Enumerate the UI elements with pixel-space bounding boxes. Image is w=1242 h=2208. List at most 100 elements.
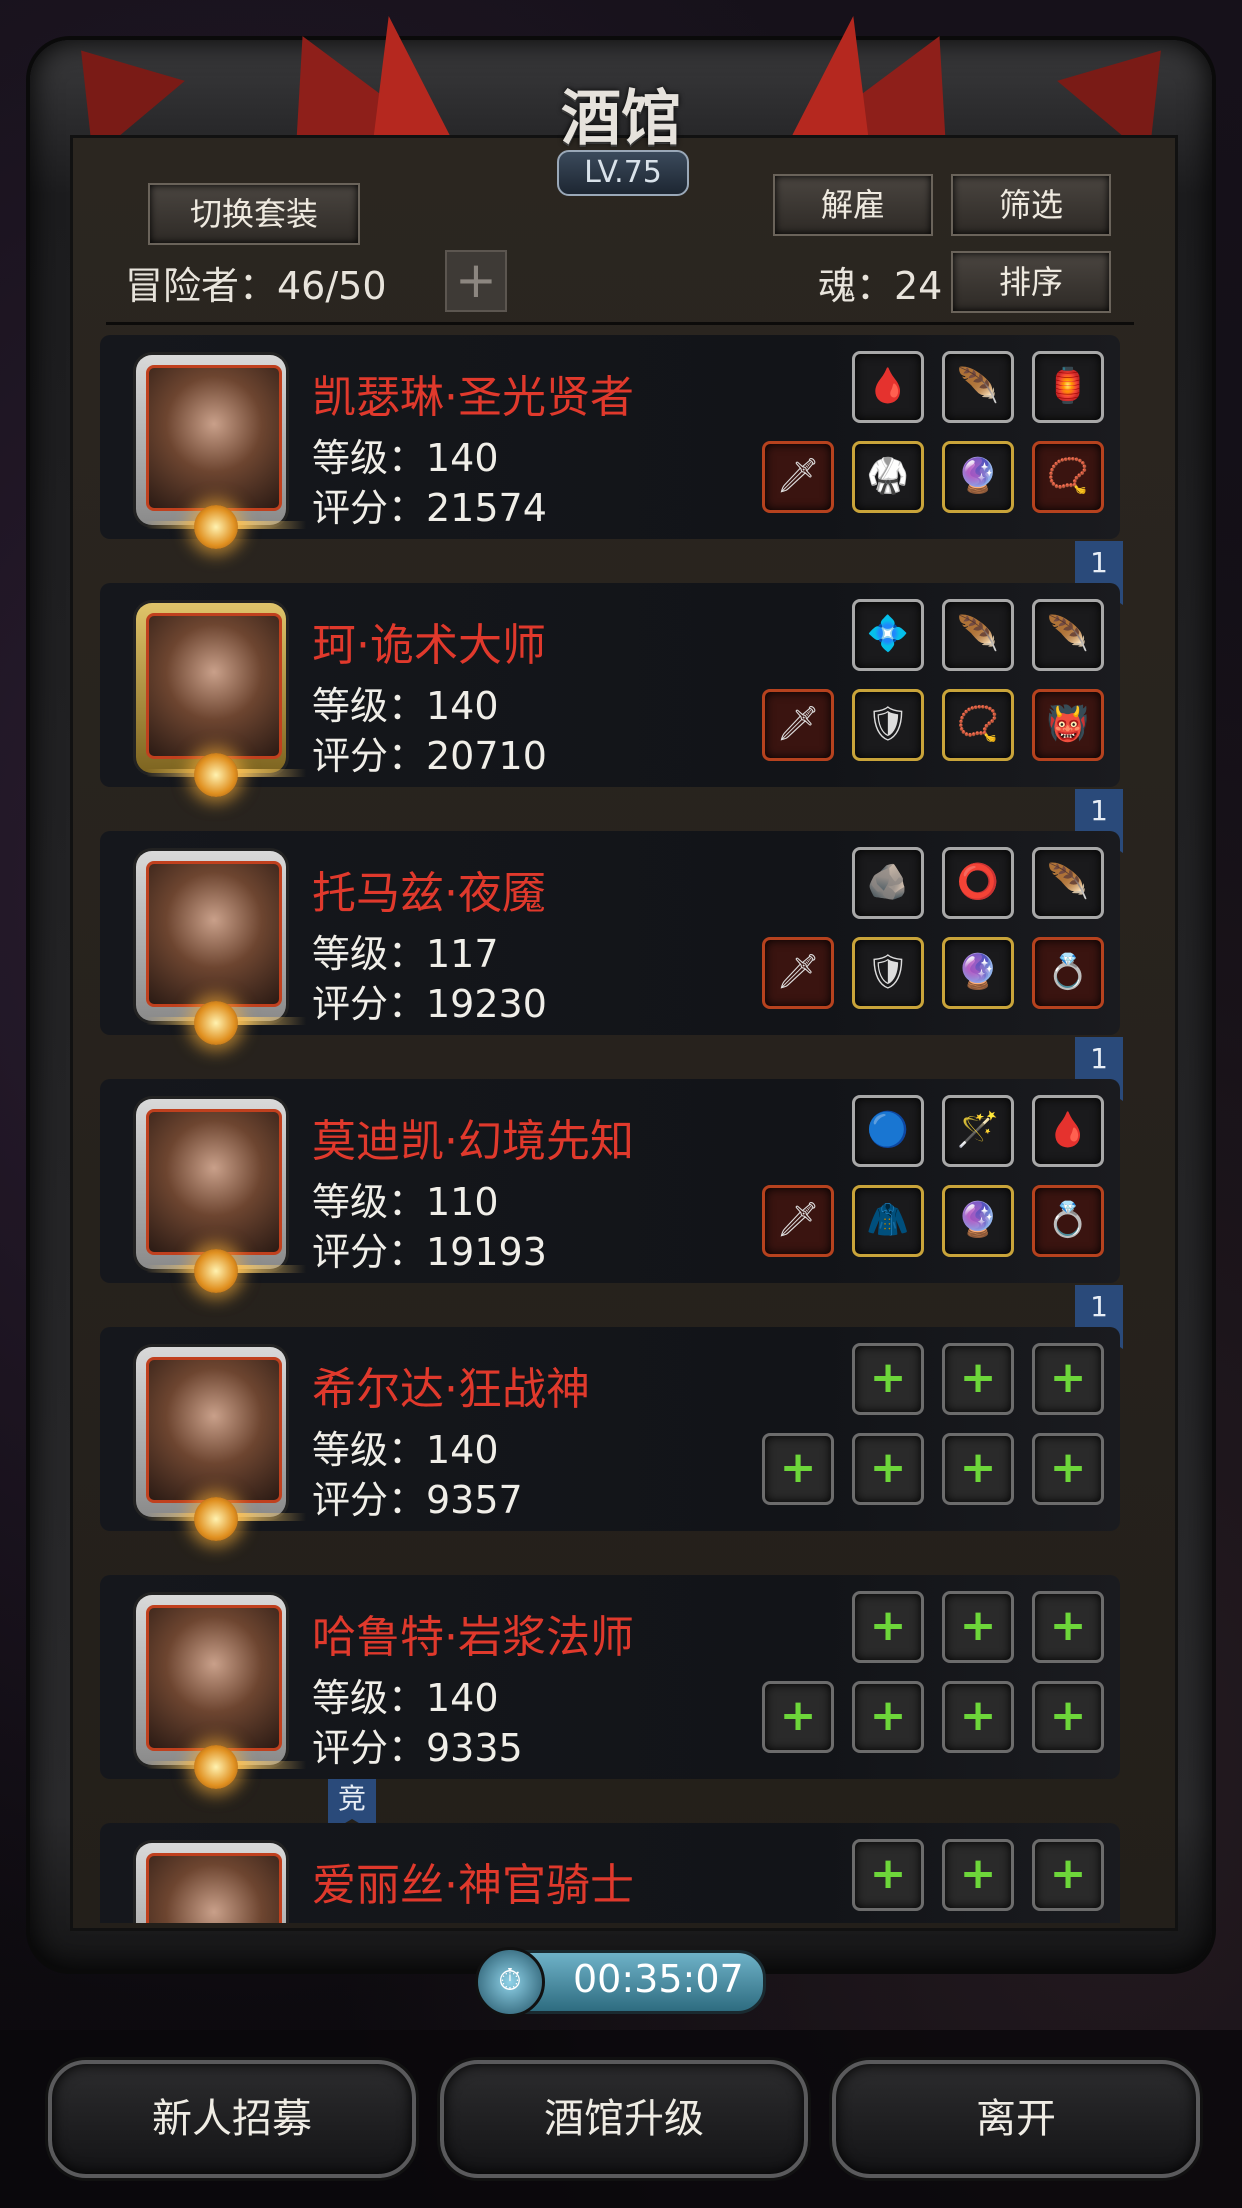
empty-equipment-slot[interactable]: +: [942, 1591, 1014, 1663]
hero-name: 爱丽丝·神官骑士: [312, 1860, 634, 1911]
hero-name: 珂·诡术大师: [312, 620, 546, 671]
hero-portrait-frame[interactable]: [136, 603, 306, 797]
tavern-upgrade-button[interactable]: 酒馆升级: [440, 2060, 808, 2178]
equipment-slot[interactable]: 💠: [852, 599, 924, 671]
hero-name: 希尔达·狂战神: [312, 1364, 590, 1415]
equipment-slot[interactable]: 🪶: [1032, 599, 1104, 671]
hero-card[interactable]: 爱丽丝·神官骑士 + + +: [100, 1823, 1120, 1923]
empty-equipment-slot[interactable]: +: [1032, 1591, 1104, 1663]
hero-card[interactable]: 莫迪凯·幻境先知 等级：110 评分：19193 🔵 🪄 🩸 🗡 🧥 🔮 💍: [100, 1079, 1120, 1293]
empty-equipment-slot[interactable]: +: [852, 1433, 924, 1505]
equipment-slot[interactable]: 🩸: [852, 351, 924, 423]
page-title: 酒馆: [561, 84, 681, 154]
equipment-slot[interactable]: 🧥: [852, 1185, 924, 1257]
hero-name: 哈鲁特·岩浆法师: [312, 1612, 634, 1663]
hero-portrait-frame[interactable]: [136, 1595, 306, 1789]
empty-equipment-slot[interactable]: +: [942, 1343, 1014, 1415]
equipment-slot[interactable]: 🪶: [942, 351, 1014, 423]
rank-emblem-icon: [194, 1001, 238, 1045]
equipment-slot[interactable]: 🪶: [942, 599, 1014, 671]
empty-equipment-slot[interactable]: +: [762, 1433, 834, 1505]
equipment-slot[interactable]: 💍: [1032, 937, 1104, 1009]
equipment-slot[interactable]: 📿: [1032, 441, 1104, 513]
hero-card[interactable]: 托马兹·夜魇 等级：117 评分：19230 🪨 ⭕ 🪶 🗡 🛡 🔮 💍: [100, 831, 1120, 1045]
empty-equipment-slot[interactable]: +: [1032, 1839, 1104, 1911]
hero-portrait-frame[interactable]: [136, 355, 306, 549]
equipment-slot[interactable]: 🔮: [942, 441, 1014, 513]
hero-score: 评分：20710: [312, 734, 547, 778]
equipment-slot[interactable]: 🗡: [762, 937, 834, 1009]
switch-outfit-button[interactable]: 切换套装: [148, 183, 360, 245]
hero-score: 评分：19230: [312, 982, 547, 1026]
hero-portrait-frame[interactable]: [136, 851, 306, 1045]
hero-portrait-frame[interactable]: [136, 1843, 286, 1923]
rank-emblem-icon: [194, 1497, 238, 1541]
hero-level: 等级：110: [312, 1180, 499, 1224]
equipment-slot[interactable]: 🛡: [852, 937, 924, 1009]
filter-button[interactable]: 筛选: [951, 174, 1111, 236]
rank-emblem-icon: [194, 505, 238, 549]
adventurer-count: 冒险者：46/50: [125, 264, 387, 308]
hero-name: 莫迪凯·幻境先知: [312, 1116, 634, 1167]
hero-portrait-frame[interactable]: [136, 1347, 306, 1541]
equipment-slot[interactable]: 🪨: [852, 847, 924, 919]
hero-level: 等级：140: [312, 1428, 499, 1472]
hero-list[interactable]: 凯瑟琳·圣光贤者 等级：140 评分：21574 🩸 🪶 🏮 🗡 🥋 🔮 📿 1 珂·诡术大师 等级：1…: [100, 335, 1140, 1923]
equipment-slot[interactable]: 📿: [942, 689, 1014, 761]
equipment-slot[interactable]: 🛡: [852, 689, 924, 761]
equipment-slot[interactable]: 🗡: [762, 1185, 834, 1257]
clock-icon: ⏱: [475, 1947, 545, 2017]
equipment-slot[interactable]: 🏮: [1032, 351, 1104, 423]
hero-portrait: [146, 1853, 282, 1923]
equipment-slot[interactable]: 🩸: [1032, 1095, 1104, 1167]
recruit-button[interactable]: 新人招募: [48, 2060, 416, 2178]
add-adventurer-button[interactable]: +: [445, 250, 507, 312]
sort-button[interactable]: 排序: [951, 251, 1111, 313]
hero-card[interactable]: 哈鲁特·岩浆法师 等级：140 评分：9335 + + + + + + +: [100, 1575, 1120, 1789]
equipment-slot[interactable]: 🔮: [942, 937, 1014, 1009]
equipment-slot[interactable]: ⭕: [942, 847, 1014, 919]
hero-portrait: [146, 1605, 282, 1751]
rank-emblem-icon: [194, 753, 238, 797]
hero-level: 等级：140: [312, 684, 499, 728]
empty-equipment-slot[interactable]: +: [1032, 1433, 1104, 1505]
tavern-level-badge: LV.75: [557, 150, 689, 196]
empty-equipment-slot[interactable]: +: [762, 1681, 834, 1753]
empty-equipment-slot[interactable]: +: [1032, 1681, 1104, 1753]
hero-level: 等级：117: [312, 932, 499, 976]
equipment-slot[interactable]: 🗡: [762, 689, 834, 761]
hero-level: 等级：140: [312, 436, 499, 480]
equipment-slot[interactable]: 🪄: [942, 1095, 1014, 1167]
hero-portrait: [146, 1357, 282, 1503]
equipment-slot[interactable]: 💍: [1032, 1185, 1104, 1257]
empty-equipment-slot[interactable]: +: [852, 1839, 924, 1911]
empty-equipment-slot[interactable]: +: [942, 1839, 1014, 1911]
empty-equipment-slot[interactable]: +: [852, 1591, 924, 1663]
empty-equipment-slot[interactable]: +: [942, 1433, 1014, 1505]
empty-equipment-slot[interactable]: +: [852, 1343, 924, 1415]
equipment-slot[interactable]: 🥋: [852, 441, 924, 513]
dismiss-button[interactable]: 解雇: [773, 174, 933, 236]
empty-equipment-slot[interactable]: +: [942, 1681, 1014, 1753]
equipment-slot[interactable]: 🪶: [1032, 847, 1104, 919]
empty-equipment-slot[interactable]: +: [1032, 1343, 1104, 1415]
hero-card[interactable]: 珂·诡术大师 等级：140 评分：20710 💠 🪶 🪶 🗡 🛡 📿 👹: [100, 583, 1120, 797]
hero-score: 评分：9357: [312, 1478, 523, 1522]
hero-card[interactable]: 希尔达·狂战神 等级：140 评分：9357 + + + + + + +: [100, 1327, 1120, 1541]
hero-portrait: [146, 365, 282, 511]
hero-portrait-frame[interactable]: [136, 1099, 306, 1293]
equipment-slot[interactable]: 🔵: [852, 1095, 924, 1167]
empty-equipment-slot[interactable]: +: [852, 1681, 924, 1753]
hero-card[interactable]: 凯瑟琳·圣光贤者等级：140 评分：21574 🩸 🪶 🏮 🗡 🥋 🔮 📿: [100, 335, 1120, 549]
equipment-slot[interactable]: 👹: [1032, 689, 1104, 761]
hero-portrait: [146, 861, 282, 1007]
leave-button[interactable]: 离开: [832, 2060, 1200, 2178]
refresh-timer: ⏱ 00:35:07: [475, 1947, 766, 2017]
equipment-slot[interactable]: 🔮: [942, 1185, 1014, 1257]
hero-level: 等级：140: [312, 1676, 499, 1720]
hero-score: 评分：21574: [312, 486, 547, 530]
hero-name: 凯瑟琳·圣光贤者: [312, 372, 634, 423]
hero-portrait: [146, 613, 282, 759]
timer-text: 00:35:07: [573, 1957, 744, 2001]
equipment-slot[interactable]: 🗡: [762, 441, 834, 513]
